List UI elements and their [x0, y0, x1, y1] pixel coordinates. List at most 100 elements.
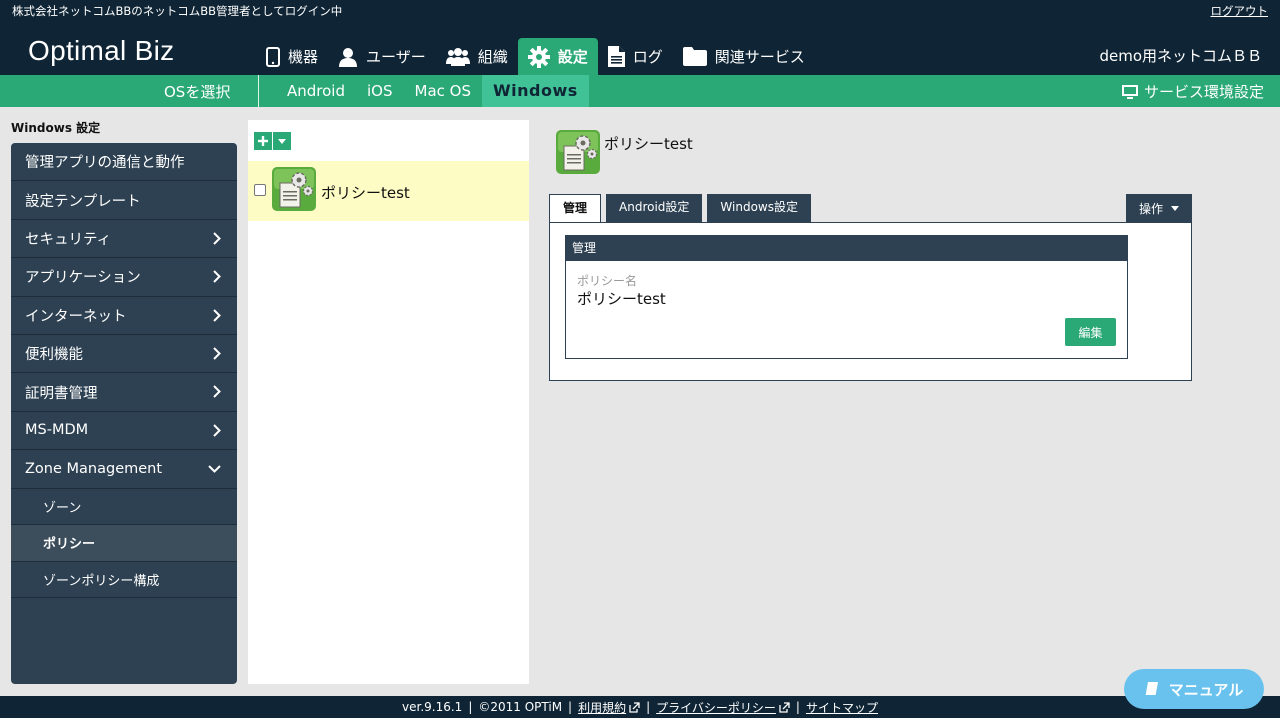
policy-name: ポリシーtest	[321, 184, 410, 202]
os-subnav: OSを選択 Android iOS Mac OS Windows サービス環境設…	[0, 75, 1280, 107]
sidebar-item-label: インターネット	[25, 308, 127, 325]
sidebar-item-zone-management[interactable]: Zone Management	[11, 450, 237, 489]
policy-list-panel: ポリシーtest	[248, 120, 529, 684]
chevron-right-icon	[213, 308, 221, 322]
top-status-bar: 株式会社ネットコムBBのネットコムBB管理者としてログイン中 ログアウト	[0, 0, 1280, 22]
operations-dropdown[interactable]: 操作	[1126, 194, 1192, 223]
sidebar-item-config-template[interactable]: 設定テンプレート	[11, 181, 237, 220]
sidebar-item-agent-communication[interactable]: 管理アプリの通信と動作	[11, 143, 237, 182]
caret-down-icon	[278, 138, 286, 144]
nav-devices-label: 機器	[288, 48, 319, 66]
gear-icon	[527, 45, 550, 68]
nav-users[interactable]: ユーザー	[328, 38, 436, 75]
tab-android-settings[interactable]: Android設定	[606, 194, 703, 223]
sidebar-item-label: アプリケーション	[25, 270, 141, 287]
privacy-link[interactable]: プライバシーポリシー	[656, 699, 790, 716]
caret-down-icon	[1171, 206, 1179, 211]
terms-link[interactable]: 利用規約	[578, 699, 640, 716]
logout-link[interactable]: ログアウト	[1211, 3, 1269, 19]
sidebar-item-label: セキュリティ	[25, 231, 112, 248]
privacy-label: プライバシーポリシー	[656, 700, 776, 715]
external-link-icon	[779, 701, 790, 713]
book-icon	[1145, 682, 1158, 695]
sidebar-item-label: Zone Management	[25, 460, 163, 477]
tab-android[interactable]: Android	[276, 75, 356, 107]
copyright-text: ©2011 OPTiM	[478, 700, 563, 714]
sidebar-item-label: MS-MDM	[25, 422, 89, 439]
chevron-right-icon	[213, 424, 221, 437]
plus-icon	[258, 136, 268, 146]
user-icon	[339, 47, 358, 67]
nav-log[interactable]: ログ	[598, 38, 673, 75]
operations-label: 操作	[1138, 202, 1163, 216]
sidebar-subitem-zone-policy-config[interactable]: ゾーンポリシー構成	[11, 562, 237, 599]
chevron-down-icon	[208, 465, 221, 474]
nav-devices[interactable]: 機器	[256, 38, 328, 75]
sitemap-link[interactable]: サイトマップ	[806, 699, 878, 716]
footer-separator: |	[646, 700, 651, 714]
folder-icon	[682, 47, 707, 66]
policy-name-value: ポリシーtest	[577, 290, 666, 308]
sidebar-item-security[interactable]: セキュリティ	[11, 220, 237, 259]
sidebar: 管理アプリの通信と動作 設定テンプレート セキュリティ アプリケーション インタ…	[11, 143, 237, 684]
chevron-right-icon	[213, 232, 221, 245]
nav-settings[interactable]: 設定	[517, 38, 598, 75]
policy-name-label: ポリシー名	[577, 274, 638, 288]
footer-separator: |	[468, 700, 473, 714]
add-button[interactable]	[254, 132, 272, 150]
phone-icon	[266, 46, 280, 67]
main-nav: 機器 ユーザー 組織 設定 ログ 関連サービス	[256, 38, 815, 75]
version-text: ver.9.16.1	[402, 700, 463, 714]
sidebar-item-ms-mdm[interactable]: MS-MDM	[11, 412, 237, 451]
os-tabs: Android iOS Mac OS Windows	[276, 75, 589, 107]
tab-management[interactable]: 管理	[549, 194, 602, 224]
manual-button[interactable]: マニュアル	[1124, 669, 1264, 709]
add-menu-dropdown[interactable]	[273, 132, 291, 150]
policy-icon	[272, 167, 316, 211]
nav-users-label: ユーザー	[366, 48, 426, 66]
footer-separator: |	[795, 700, 800, 714]
tab-ios[interactable]: iOS	[356, 75, 404, 107]
sidebar-title: Windows 設定	[11, 121, 101, 135]
os-select-label: OSを選択	[164, 83, 231, 101]
footer-separator: |	[568, 700, 573, 714]
tenant-name: demo用ネットコムＢＢ	[1099, 47, 1262, 65]
app-logo[interactable]: Optimal Biz	[28, 35, 174, 67]
sidebar-item-label: 設定テンプレート	[25, 193, 141, 210]
nav-organization[interactable]: 組織	[436, 38, 518, 75]
sidebar-item-label: 管理アプリの通信と動作	[25, 155, 185, 172]
service-environment-link[interactable]: サービス環境設定	[1121, 81, 1264, 102]
nav-related-services-label: 関連サービス	[714, 48, 805, 66]
tab-windows[interactable]: Windows	[481, 75, 589, 107]
app-header: Optimal Biz 機器 ユーザー 組織 設定 ログ 関連サービス demo…	[0, 22, 1280, 75]
service-environment-label: サービス環境設定	[1143, 83, 1264, 101]
edit-button[interactable]: 編集	[1065, 318, 1116, 346]
detail-tabs: 管理 Android設定 Windows設定	[549, 194, 816, 224]
footer: ver.9.16.1 | ©2011 OPTiM | 利用規約 | プライバシー…	[0, 696, 1280, 718]
chevron-right-icon	[213, 385, 221, 399]
group-icon	[445, 47, 470, 66]
sidebar-item-label: 便利機能	[25, 347, 83, 364]
tab-macos[interactable]: Mac OS	[404, 75, 482, 107]
nav-settings-label: 設定	[557, 48, 588, 66]
list-toolbar	[254, 132, 292, 150]
sidebar-item-certificates[interactable]: 証明書管理	[11, 373, 237, 412]
tab-windows-settings[interactable]: Windows設定	[707, 194, 811, 223]
chevron-right-icon	[213, 270, 221, 283]
manual-label: マニュアル	[1168, 680, 1244, 699]
sidebar-subitem-zone[interactable]: ゾーン	[11, 489, 237, 526]
nav-related-services[interactable]: 関連サービス	[673, 38, 815, 75]
sidebar-item-label: 証明書管理	[25, 385, 98, 402]
sidebar-subitem-policy[interactable]: ポリシー	[11, 525, 237, 562]
detail-title: ポリシーtest	[604, 135, 693, 153]
detail-panel: 管理 ポリシー名 ポリシーtest 編集	[549, 222, 1192, 381]
external-link-icon	[629, 701, 640, 713]
subnav-divider	[258, 75, 259, 107]
sidebar-item-utilities[interactable]: 便利機能	[11, 335, 237, 374]
chevron-right-icon	[213, 347, 221, 360]
terms-label: 利用規約	[578, 700, 627, 715]
policy-checkbox[interactable]	[254, 184, 266, 196]
list-item[interactable]: ポリシーtest	[248, 161, 529, 221]
sidebar-item-internet[interactable]: インターネット	[11, 297, 237, 335]
sidebar-item-application[interactable]: アプリケーション	[11, 258, 237, 297]
